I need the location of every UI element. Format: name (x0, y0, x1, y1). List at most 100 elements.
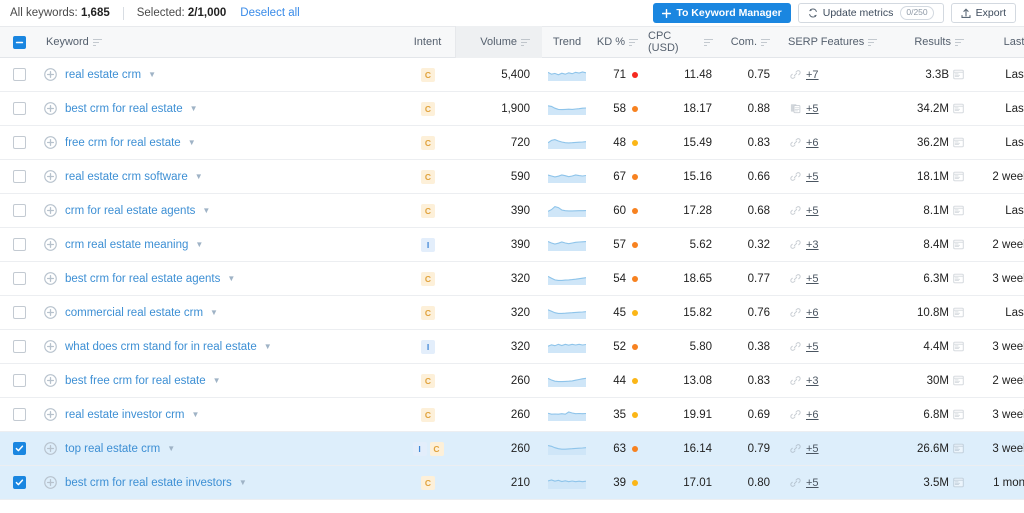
update-metrics-button[interactable]: Update metrics 0/250 (797, 3, 944, 23)
add-keyword-icon[interactable] (44, 408, 57, 421)
row-checkbox[interactable] (12, 68, 26, 81)
serp-preview-icon[interactable] (953, 409, 964, 420)
intent-badge-c[interactable]: C (421, 67, 435, 82)
row-checkbox[interactable] (12, 204, 26, 217)
trend-cell[interactable] (542, 99, 592, 118)
row-select-cell[interactable] (0, 442, 38, 455)
intent-badge-c[interactable]: C (421, 169, 435, 184)
intent-badge-c[interactable]: C (421, 475, 435, 490)
row-checkbox[interactable] (12, 136, 26, 149)
add-keyword-icon[interactable] (44, 136, 57, 149)
row-checkbox[interactable] (12, 374, 26, 387)
table-row[interactable]: real estate crm software ▼ C 590 67 15.16 0.66… (0, 160, 1024, 194)
row-select-cell[interactable] (0, 408, 38, 421)
chevron-down-icon[interactable]: ▼ (148, 70, 156, 79)
row-checkbox[interactable] (12, 442, 26, 455)
chevron-down-icon[interactable]: ▼ (190, 104, 198, 113)
trend-cell[interactable] (542, 371, 592, 390)
keyword-link[interactable]: top real estate crm (65, 443, 160, 455)
row-select-cell[interactable] (0, 476, 38, 489)
row-select-cell[interactable] (0, 306, 38, 319)
row-select-cell[interactable] (0, 204, 38, 217)
row-checkbox[interactable] (12, 476, 26, 489)
header-volume[interactable]: Volume (456, 26, 542, 58)
sort-icon[interactable] (92, 38, 102, 46)
sort-icon[interactable] (955, 38, 964, 46)
table-row[interactable]: best crm for real estate investors ▼ C 210 3… (0, 466, 1024, 500)
keyword-link[interactable]: what does crm stand for in real estate (65, 341, 257, 353)
header-cpc[interactable]: CPC (USD) (648, 30, 724, 54)
serp-features-more-link[interactable]: +6 (806, 137, 819, 149)
row-select-cell[interactable] (0, 170, 38, 183)
serp-preview-icon[interactable] (953, 375, 964, 386)
serp-features-more-link[interactable]: +5 (806, 103, 819, 115)
chevron-down-icon[interactable]: ▼ (227, 274, 235, 283)
table-row[interactable]: crm real estate meaning ▼ I 390 57 5.62 0.32 +3… (0, 228, 1024, 262)
table-row[interactable]: best free crm for real estate ▼ C 260 44 13.0… (0, 364, 1024, 398)
header-com[interactable]: Com. (724, 36, 780, 48)
row-select-cell[interactable] (0, 238, 38, 251)
trend-cell[interactable] (542, 303, 592, 322)
chevron-down-icon[interactable]: ▼ (167, 444, 175, 453)
serp-preview-icon[interactable] (953, 103, 964, 114)
intent-badge-c[interactable]: C (421, 305, 435, 320)
row-select-cell[interactable] (0, 68, 38, 81)
sort-icon[interactable] (629, 38, 638, 46)
add-keyword-icon[interactable] (44, 68, 57, 81)
row-select-cell[interactable] (0, 136, 38, 149)
serp-preview-icon[interactable] (953, 171, 964, 182)
chevron-down-icon[interactable]: ▼ (213, 376, 221, 385)
add-keyword-icon[interactable] (44, 306, 57, 319)
serp-features-more-link[interactable]: +7 (806, 69, 819, 81)
header-kd[interactable]: KD % (592, 36, 648, 48)
keyword-link[interactable]: crm for real estate agents (65, 205, 195, 217)
serp-features-more-link[interactable]: +5 (806, 443, 819, 455)
add-keyword-icon[interactable] (44, 204, 57, 217)
to-keyword-manager-button[interactable]: To Keyword Manager (653, 3, 791, 23)
table-row[interactable]: real estate investor crm ▼ C 260 35 19.91 0.69… (0, 398, 1024, 432)
add-keyword-icon[interactable] (44, 238, 57, 251)
select-all-checkbox[interactable] (12, 35, 26, 49)
intent-badge-i[interactable]: I (412, 441, 427, 456)
export-button[interactable]: Export (950, 3, 1016, 23)
add-keyword-icon[interactable] (44, 442, 57, 455)
sort-icon[interactable] (521, 38, 530, 46)
sort-icon[interactable] (703, 38, 713, 46)
keyword-link[interactable]: real estate investor crm (65, 409, 185, 421)
header-intent[interactable]: Intent (400, 26, 456, 58)
keyword-link[interactable]: real estate crm (65, 69, 141, 81)
add-keyword-icon[interactable] (44, 340, 57, 353)
keyword-link[interactable]: best crm for real estate (65, 103, 183, 115)
intent-badge-c[interactable]: C (421, 373, 435, 388)
header-last-update[interactable]: Last Update (970, 36, 1024, 48)
keyword-link[interactable]: crm real estate meaning (65, 239, 188, 251)
keyword-link[interactable]: commercial real estate crm (65, 307, 203, 319)
row-checkbox[interactable] (12, 238, 26, 251)
trend-cell[interactable] (542, 337, 592, 356)
intent-badge-c[interactable]: C (429, 441, 444, 456)
sort-icon[interactable] (868, 38, 878, 46)
chevron-down-icon[interactable]: ▼ (188, 138, 196, 147)
serp-features-more-link[interactable]: +6 (806, 409, 819, 421)
row-checkbox[interactable] (12, 306, 26, 319)
trend-cell[interactable] (542, 269, 592, 288)
table-row[interactable]: best crm for real estate ▼ C 1,900 58 18.17 0.… (0, 92, 1024, 126)
keyword-link[interactable]: free crm for real estate (65, 137, 181, 149)
chevron-down-icon[interactable]: ▼ (195, 172, 203, 181)
serp-preview-icon[interactable] (953, 205, 964, 216)
add-keyword-icon[interactable] (44, 272, 57, 285)
chevron-down-icon[interactable]: ▼ (202, 206, 210, 215)
chevron-down-icon[interactable]: ▼ (195, 240, 203, 249)
intent-badge-c[interactable]: C (421, 135, 435, 150)
intent-badge-c[interactable]: C (421, 271, 435, 286)
row-select-cell[interactable] (0, 374, 38, 387)
table-row[interactable]: best crm for real estate agents ▼ C 320 54 18… (0, 262, 1024, 296)
chevron-down-icon[interactable]: ▼ (192, 410, 200, 419)
serp-features-more-link[interactable]: +5 (806, 205, 819, 217)
intent-badge-c[interactable]: C (421, 407, 435, 422)
serp-features-more-link[interactable]: +3 (806, 239, 819, 251)
sort-icon[interactable] (761, 38, 770, 46)
add-keyword-icon[interactable] (44, 102, 57, 115)
serp-features-more-link[interactable]: +5 (806, 171, 819, 183)
keyword-link[interactable]: best crm for real estate investors (65, 477, 232, 489)
